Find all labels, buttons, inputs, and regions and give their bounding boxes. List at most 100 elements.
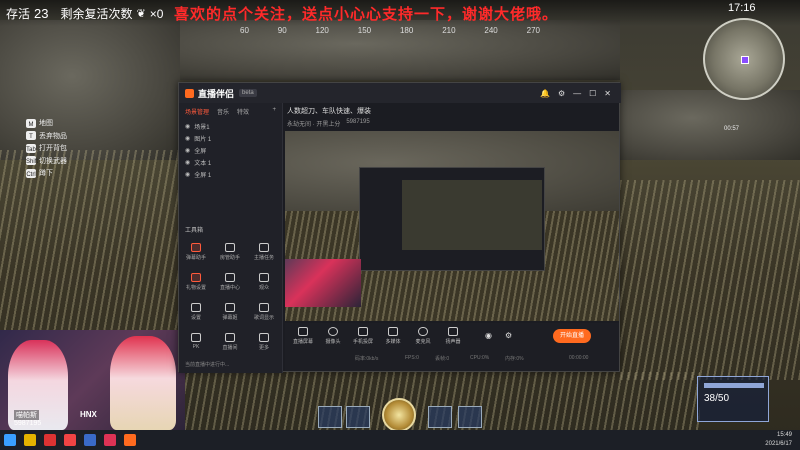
source-label: 全屏 1 [194,172,212,179]
tab-music[interactable]: 音乐 [217,107,229,116]
key-hint-row: Ctrl 蹲下 [26,168,67,181]
tool-label: 直播中心 [219,285,240,291]
compass-tick: 180 [399,26,414,35]
key-hint-row: Shift切换武器 [26,156,67,169]
media-button[interactable]: 多媒体 [379,327,407,345]
tool-label: PK [192,344,200,350]
system-tray-clock[interactable]: 15:49 2021/6/17 [765,431,792,449]
settings-icon[interactable]: ⚙ [558,89,565,98]
tool-label: 直播屏幕 [292,339,313,345]
compass-tick: 120 [315,26,329,35]
play-icon [388,327,398,336]
tool-label: 扬声器 [445,339,461,345]
camera-button[interactable]: 摄像头 [319,327,347,345]
taskbar-app-icon[interactable] [84,434,96,446]
tool-pk[interactable]: PK [183,333,209,355]
minimize-icon[interactable]: — [573,89,581,98]
source-label: 全屏 [194,148,207,155]
health-value: 38/50 [704,393,730,404]
game-clock: 17:16 [728,2,756,14]
phone-cast-button[interactable]: 手机投屏 [349,327,377,345]
tool-settings[interactable]: 设置 [183,303,209,325]
revive-icon: ❦ [136,8,146,20]
gear-icon[interactable]: ⚙ [505,331,512,340]
maximize-icon[interactable]: ☐ [589,89,596,98]
tool-label: 手机投屏 [352,339,373,345]
tool-label: 歌词显示 [253,315,274,321]
stream-category[interactable]: 永劫无间 · 开黑上分 [287,119,340,128]
stat-memory: 内存:0% [505,356,524,362]
lyrics-icon [259,303,269,312]
taskbar-app-icon[interactable] [44,434,56,446]
tool-audience[interactable]: 观众 [251,273,277,295]
screen-capture-button[interactable]: 直播屏幕 [289,327,317,345]
nested-preview [402,180,542,250]
minimap[interactable] [703,18,785,100]
anime-character-right [110,336,176,430]
tab-scene[interactable]: 场景管理 [185,107,209,116]
windows-start-icon[interactable] [4,434,16,446]
tool-tasks[interactable]: 主播任务 [251,243,277,265]
taskbar-app-icon[interactable] [104,434,116,446]
source-item[interactable]: ◉ 全屏 1 [179,168,282,180]
eye-icon[interactable]: ◉ [185,123,190,130]
compass-tick: 270 [526,26,540,35]
compass-tick: 60 [240,26,249,35]
source-item[interactable]: ◉ 全屏 [179,144,282,156]
windows-taskbar: 15:49 2021/6/17 [0,430,800,450]
eye-icon[interactable]: ◉ [185,147,190,154]
stream-title[interactable]: 人数超刀、车队快速、爆装 [287,106,371,116]
source-label: 场景1 [194,124,210,131]
eye-toggle-icon[interactable]: ◉ [485,331,492,340]
stream-preview[interactable] [285,131,619,321]
sidebar-tabs: 场景管理 音乐 特效 + [179,103,282,120]
eye-icon[interactable]: ◉ [185,135,190,142]
tool-more[interactable]: 更多 [251,333,277,355]
speaker-button[interactable]: 扬声器 [439,327,467,345]
tool-center[interactable]: 直播中心 [217,273,243,295]
health-bar [704,383,764,388]
stat-duration: 00:00:00 [569,355,589,361]
source-item[interactable]: ◉ 图片 1 [179,132,282,144]
tool-lyrics[interactable]: 歌词显示 [251,303,277,325]
eye-icon[interactable]: ◉ [185,171,190,178]
key-hint-label: 丢弃物品 [39,132,67,140]
footer-note: 当前直播中进行中... [185,362,230,368]
close-icon[interactable]: ✕ [604,89,611,98]
bell-icon[interactable]: 🔔 [540,89,550,98]
streamer-banner-text: 喜欢的点个关注，送点小心心支持一下，谢谢大佬哦。 [174,6,559,23]
source-label: 图片 1 [194,136,212,143]
version-badge: beta [239,89,257,97]
player-marker-icon [741,56,749,64]
streamer-name: 喵帕斯 [14,410,39,420]
tool-gifts[interactable]: 礼物设置 [183,273,209,295]
compass-tick: 90 [277,26,287,35]
key-hint-row: Tab 打开背包 [26,143,67,156]
tab-effects[interactable]: 特效 [237,107,249,116]
microphone-button[interactable]: 麦克风 [409,327,437,345]
task-icon [259,243,269,252]
taskbar-app-icon[interactable] [124,434,136,446]
audience-icon [259,273,269,282]
tool-danmaku[interactable]: 弹幕助手 [183,243,209,265]
ultimate-skill-icon [382,398,416,432]
scene-grass-right [620,180,800,380]
keycap: Shift [26,156,38,166]
source-item[interactable]: ◉ 文本 1 [179,156,282,168]
taskbar-app-icon[interactable] [64,434,76,446]
keycap: M [26,118,36,128]
user-icon [225,243,235,252]
tray-time: 15:49 [776,432,792,438]
eye-icon[interactable]: ◉ [185,159,190,166]
microphone-icon [418,327,428,336]
key-hint-label: 蹲下 [39,170,53,177]
key-hints: M 地图 T 丢弃物品 Tab 打开背包 Shift切换武器 Ctrl 蹲下 [26,118,67,181]
source-item[interactable]: ◉ 场景1 [179,120,282,132]
tool-room-admin[interactable]: 房管助手 [217,243,243,265]
add-scene-button[interactable]: + [272,107,276,116]
taskbar-app-icon[interactable] [24,434,36,446]
tool-room[interactable]: 直播间 [217,333,243,355]
go-live-button[interactable]: 开始直播 [553,329,591,343]
tool-danmaku-ji[interactable]: 弹幕姬 [217,303,243,325]
app-title-bar: 直播伴侣 beta 🔔 ⚙ — ☐ ✕ [179,83,621,103]
